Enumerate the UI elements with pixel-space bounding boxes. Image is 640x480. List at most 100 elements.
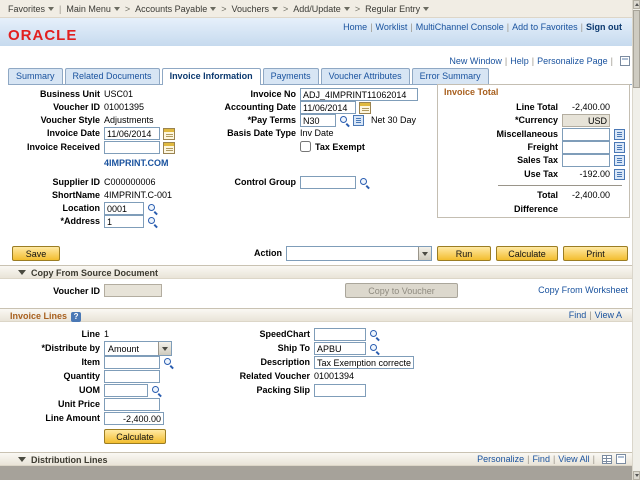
pay-terms-lookup-icon[interactable]	[339, 115, 351, 127]
page-options-icon[interactable]	[620, 56, 630, 66]
breadcrumb-item-add-update[interactable]: Add/Update	[293, 4, 350, 14]
uom-input[interactable]	[104, 384, 148, 397]
accounting-date-calendar-icon[interactable]	[359, 102, 371, 114]
breadcrumb-item-regular-entry[interactable]: Regular Entry	[365, 4, 429, 14]
packing-slip-input[interactable]	[314, 384, 366, 397]
breadcrumb-item-accounts-payable[interactable]: Accounts Payable	[135, 4, 216, 14]
breadcrumb-item-main-menu[interactable]: Main Menu	[66, 4, 120, 14]
copy-voucher-id-input	[104, 284, 162, 297]
pay-terms-detail-icon[interactable]	[353, 115, 364, 126]
address-input[interactable]	[104, 215, 144, 228]
copy-from-worksheet-link[interactable]: Copy From Worksheet	[520, 285, 628, 295]
distribution-find-link[interactable]: Find	[532, 454, 550, 464]
collapse-arrow-icon[interactable]	[18, 457, 26, 462]
distribution-view-all-link[interactable]: View All	[558, 454, 589, 464]
item-label: Item	[4, 356, 100, 369]
run-button[interactable]: Run	[437, 246, 491, 261]
invoice-date-input[interactable]	[104, 127, 160, 140]
collapse-arrow-icon[interactable]	[18, 270, 26, 275]
unit-price-input[interactable]	[104, 398, 160, 411]
shortname-label: ShortName	[4, 189, 100, 202]
ship-to-input[interactable]	[314, 342, 366, 355]
invoice-lines-find-link[interactable]: Find	[569, 310, 587, 320]
distribution-personalize-link[interactable]: Personalize	[477, 454, 524, 464]
location-input[interactable]	[104, 202, 144, 215]
supplier-site-link[interactable]: 4IMPRINT.COM	[104, 158, 169, 168]
pay-terms-input[interactable]	[300, 114, 336, 127]
scroll-down-button[interactable]	[633, 471, 640, 480]
grid-action-icon[interactable]	[616, 454, 626, 464]
tax-exempt-checkbox[interactable]	[300, 141, 311, 152]
copy-to-voucher-button[interactable]: Copy to Voucher	[345, 283, 458, 298]
help-icon[interactable]: ?	[71, 312, 81, 322]
tab-invoice-information[interactable]: Invoice Information	[162, 68, 261, 85]
invoice-received-input[interactable]	[104, 141, 160, 154]
distribute-by-select[interactable]: Amount	[104, 341, 172, 356]
personalize-page-link[interactable]: Personalize Page	[537, 56, 608, 66]
speedchart-input[interactable]	[314, 328, 366, 341]
separator	[527, 454, 529, 464]
item-input[interactable]	[104, 356, 160, 369]
print-button[interactable]: Print	[563, 246, 628, 261]
control-group-lookup-icon[interactable]	[359, 177, 371, 189]
invoice-date-calendar-icon[interactable]	[163, 128, 175, 140]
location-lookup-icon[interactable]	[147, 203, 159, 215]
worklist-link[interactable]: Worklist	[376, 22, 408, 32]
download-to-excel-icon[interactable]	[602, 455, 612, 464]
line-amount-input[interactable]	[104, 412, 164, 425]
favorites-menu[interactable]: Favorites	[8, 4, 54, 14]
quantity-input[interactable]	[104, 370, 160, 383]
control-group-input[interactable]	[300, 176, 356, 189]
ship-to-label: Ship To	[200, 342, 310, 355]
freight-detail-icon[interactable]	[614, 142, 625, 153]
multichannel-console-link[interactable]: MultiChannel Console	[416, 22, 504, 32]
tab-related-documents[interactable]: Related Documents	[65, 68, 160, 84]
invoice-received-calendar-icon[interactable]	[163, 142, 175, 154]
copy-source-section-header[interactable]: Copy From Source Document	[0, 265, 632, 279]
accounting-date-input[interactable]	[300, 101, 356, 114]
scroll-up-button[interactable]	[633, 0, 640, 9]
freight-input[interactable]	[562, 141, 610, 154]
tab-error-summary[interactable]: Error Summary	[412, 68, 489, 84]
tab-voucher-attributes[interactable]: Voucher Attributes	[321, 68, 410, 84]
new-window-link[interactable]: New Window	[449, 56, 502, 66]
ship-to-lookup-icon[interactable]	[369, 343, 381, 355]
speedchart-lookup-icon[interactable]	[369, 329, 381, 341]
scrollbar-thumb[interactable]	[633, 10, 640, 88]
invoice-no-input[interactable]	[300, 88, 418, 101]
tab-payments[interactable]: Payments	[263, 68, 319, 84]
distribution-lines-section-header[interactable]: Distribution Lines Personalize Find View…	[0, 452, 632, 466]
invoice-lines-section-header: Invoice Lines? Find View A	[0, 308, 632, 322]
save-button[interactable]: Save	[12, 246, 60, 261]
separator	[553, 454, 555, 464]
add-to-favorites-link[interactable]: Add to Favorites	[512, 22, 578, 32]
miscellaneous-input[interactable]	[562, 128, 610, 141]
use-tax-value: -192.00	[518, 168, 610, 181]
vertical-scrollbar[interactable]	[632, 0, 640, 480]
business-unit-value: USC01	[104, 88, 133, 101]
action-select[interactable]	[286, 246, 432, 261]
home-link[interactable]: Home	[343, 22, 367, 32]
sales-tax-detail-icon[interactable]	[614, 155, 625, 166]
sales-tax-input[interactable]	[562, 154, 610, 167]
item-lookup-icon[interactable]	[163, 357, 175, 369]
uom-lookup-icon[interactable]	[151, 385, 163, 397]
unit-price-label: Unit Price	[4, 398, 100, 411]
invoice-date-label: Invoice Date	[4, 127, 100, 140]
miscellaneous-detail-icon[interactable]	[614, 129, 625, 140]
business-unit-label: Business Unit	[4, 88, 100, 101]
address-label: *Address	[4, 215, 100, 228]
help-link[interactable]: Help	[510, 56, 529, 66]
tab-summary[interactable]: Summary	[8, 68, 63, 84]
invoice-lines-view-all-link[interactable]: View A	[595, 310, 622, 320]
invoice-received-label: Invoice Received	[4, 141, 100, 154]
address-lookup-icon[interactable]	[147, 216, 159, 228]
select-arrow-icon[interactable]	[418, 247, 431, 260]
breadcrumb-item-vouchers[interactable]: Vouchers	[231, 4, 278, 14]
calculate-button[interactable]: Calculate	[496, 246, 558, 261]
sign-out-link[interactable]: Sign out	[586, 22, 622, 32]
description-input[interactable]	[314, 356, 414, 369]
use-tax-detail-icon[interactable]	[614, 169, 625, 180]
select-arrow-icon[interactable]	[158, 342, 171, 355]
line-calculate-button[interactable]: Calculate	[104, 429, 166, 444]
